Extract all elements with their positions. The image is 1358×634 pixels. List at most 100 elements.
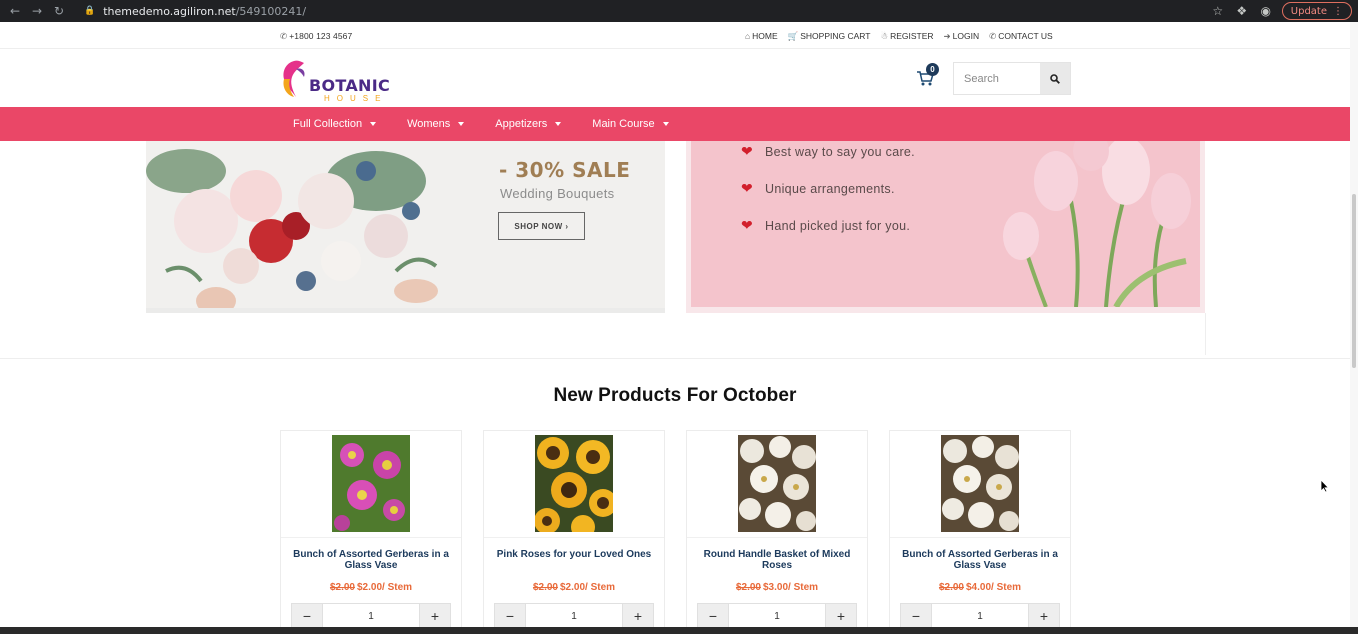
divider (0, 358, 1350, 359)
back-icon[interactable]: ← (4, 0, 26, 22)
current-price: $2.00/ Stem (559, 582, 616, 593)
bookmark-star-icon[interactable]: ☆ (1210, 4, 1226, 18)
increase-quantity-button[interactable]: + (1028, 603, 1060, 629)
old-price: $2.00 (735, 582, 761, 593)
nav-item-main-course[interactable]: Main Course (592, 107, 669, 141)
extensions-icon[interactable]: ❖ (1234, 4, 1250, 18)
login-icon: ➜ (943, 31, 951, 41)
shop-now-button[interactable]: SHOP NOW › (498, 212, 585, 240)
logo-word-botanic: BOTANIC (309, 76, 391, 95)
caret-down-icon (555, 122, 562, 126)
nav-item-womens[interactable]: Womens (407, 107, 465, 141)
increase-quantity-button[interactable]: + (419, 603, 451, 629)
product-price: $2.00 $2.00/ Stem (484, 582, 664, 593)
phone-text: +1800 123 4567 (289, 31, 353, 41)
search-button[interactable] (1040, 63, 1070, 94)
update-button[interactable]: Update ⋮ (1281, 2, 1352, 20)
scrollbar-thumb[interactable] (1352, 194, 1356, 368)
banner-line-2: ❤ Unique arrangements. (741, 180, 895, 197)
increase-quantity-button[interactable]: + (825, 603, 857, 629)
product-name[interactable]: Pink Roses for your Loved Ones (490, 549, 658, 560)
address-bar[interactable]: 🔒 themedemo.agiliron.net/549100241/ (76, 2, 1282, 20)
top-links: ⌂ HOME 🛒 SHOPPING CART ☃ REGISTER ➜ LOGIN ✆ C… (745, 31, 1053, 42)
quantity-input[interactable]: 1 (932, 603, 1028, 629)
current-price: $4.00/ Stem (965, 582, 1022, 593)
increase-quantity-button[interactable]: + (622, 603, 654, 629)
heart-icon: ❤ (741, 180, 754, 196)
home-icon: ⌂ (745, 31, 751, 41)
top-link-label: HOME (752, 31, 778, 41)
profile-avatar-icon[interactable]: ◉ (1258, 4, 1274, 18)
nav-item-label: Womens (407, 118, 451, 130)
caret-down-icon (662, 122, 669, 126)
product-card[interactable]: Bunch of Assorted Gerberas in a Glass Va… (280, 430, 462, 630)
top-link-label: SHOPPING CART (800, 31, 871, 41)
product-card[interactable]: Round Handle Basket of Mixed Roses $2.00… (686, 430, 868, 630)
divider (281, 537, 461, 538)
old-price: $2.00 (532, 582, 558, 593)
top-link-contact-us[interactable]: ✆ CONTACT US (989, 31, 1053, 42)
banner-line-text: Best way to say you care. (765, 144, 915, 159)
bottom-bar (0, 627, 1358, 634)
wedding-bouquet-banner[interactable]: - 30% SALE Wedding Bouquets SHOP NOW › (146, 141, 665, 313)
heart-icon: ❤ (741, 217, 754, 233)
forward-icon[interactable]: → (26, 0, 48, 22)
nav-item-label: Main Course (592, 118, 655, 130)
lock-icon: 🔒 (84, 6, 96, 16)
product-card[interactable]: Bunch of Assorted Gerberas in a Glass Va… (889, 430, 1071, 630)
nav-item-label: Full Collection (293, 118, 363, 130)
divider (890, 537, 1070, 538)
quantity-input[interactable]: 1 (526, 603, 622, 629)
product-name[interactable]: Bunch of Assorted Gerberas in a Glass Va… (896, 549, 1064, 571)
page-scrollbar[interactable] (1350, 22, 1358, 634)
product-name[interactable]: Bunch of Assorted Gerberas in a Glass Va… (287, 549, 455, 571)
top-link-register[interactable]: ☃ REGISTER (880, 31, 933, 42)
banner-line-text: Unique arrangements. (765, 181, 895, 196)
top-link-shopping-cart[interactable]: 🛒 SHOPPING CART (788, 31, 871, 42)
quantity-input[interactable]: 1 (729, 603, 825, 629)
divider (687, 537, 867, 538)
banner-line-1: ❤ Best way to say you care. (741, 143, 915, 160)
url-host: themedemo.agiliron.net (103, 4, 236, 18)
cart-button[interactable]: 0 (916, 63, 939, 89)
decrease-quantity-button[interactable]: − (697, 603, 729, 629)
nav-item-label: Appetizers (495, 118, 548, 130)
phone-icon: ✆ (989, 31, 997, 41)
more-menu-icon: ⋮ (1333, 5, 1343, 17)
top-link-home[interactable]: ⌂ HOME (745, 31, 778, 42)
nav-item-appetizers[interactable]: Appetizers (495, 107, 562, 141)
old-price: $2.00 (938, 582, 964, 593)
site-logo[interactable]: BOTANIC HOUSE (280, 55, 390, 103)
decrease-quantity-button[interactable]: − (900, 603, 932, 629)
quantity-stepper: − 1 + (697, 603, 857, 629)
divider (484, 537, 664, 538)
logo-word-house: HOUSE (324, 94, 388, 103)
product-price: $2.00 $2.00/ Stem (281, 582, 461, 593)
product-image (738, 435, 816, 532)
decrease-quantity-button[interactable]: − (494, 603, 526, 629)
quantity-stepper: − 1 + (900, 603, 1060, 629)
current-price: $2.00/ Stem (356, 582, 413, 593)
top-link-login[interactable]: ➜ LOGIN (944, 31, 980, 42)
tulips-banner[interactable]: ❤ Best way to say you care. ❤ Unique arran… (686, 141, 1205, 313)
reload-icon[interactable]: ↻ (48, 0, 70, 22)
old-price: $2.00 (329, 582, 355, 593)
top-link-label: REGISTER (890, 31, 934, 41)
product-card[interactable]: Pink Roses for your Loved Ones $2.00 $2.0… (483, 430, 665, 630)
url-path: /549100241/ (235, 4, 307, 18)
divider (1205, 313, 1206, 355)
product-name[interactable]: Round Handle Basket of Mixed Roses (693, 549, 861, 571)
top-link-label: LOGIN (952, 31, 980, 41)
current-price: $3.00/ Stem (762, 582, 819, 593)
user-icon: ☃ (880, 31, 889, 41)
quantity-input[interactable]: 1 (323, 603, 419, 629)
nav-item-full-collection[interactable]: Full Collection (293, 107, 377, 141)
banner-sale-text: - 30% SALE (499, 158, 631, 182)
product-image (332, 435, 410, 532)
update-label: Update (1290, 5, 1327, 17)
mouse-cursor-icon (1320, 479, 1330, 493)
decrease-quantity-button[interactable]: − (291, 603, 323, 629)
product-image (535, 435, 613, 532)
search-input[interactable] (954, 63, 1040, 94)
banner-line-3: ❤ Hand picked just for you. (741, 217, 910, 234)
